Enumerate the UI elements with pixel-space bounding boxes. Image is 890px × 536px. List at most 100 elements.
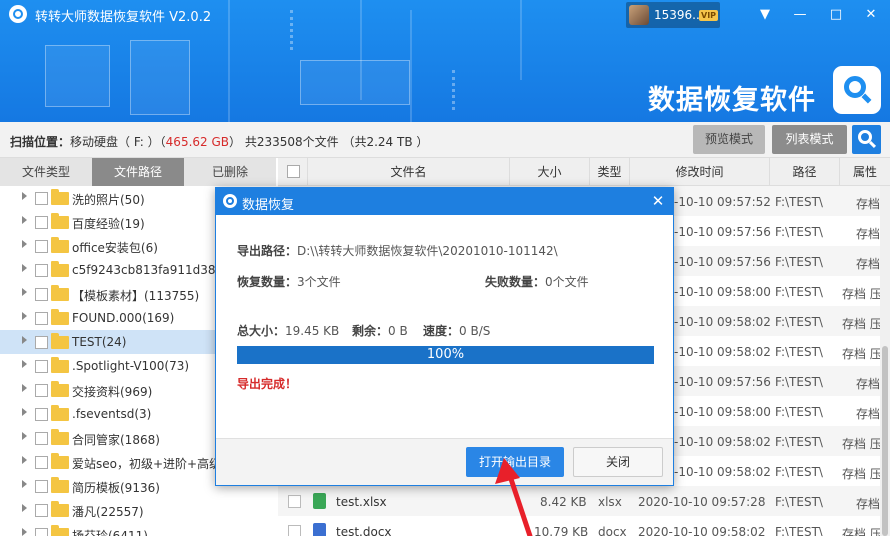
dialog-titlebar: 数据恢复 ✕	[216, 188, 673, 215]
folder-icon	[51, 453, 69, 469]
cell-mtime: -10-10 09:57:56	[674, 255, 771, 269]
tree-checkbox[interactable]	[35, 408, 48, 421]
column-size[interactable]: 大小	[510, 158, 590, 186]
recovery-dialog: 数据恢复 ✕ 导出路径：D:\\转转大师数据恢复软件\20201010-1011…	[215, 187, 674, 486]
total-size: 总大小：19.45 KB	[237, 322, 339, 339]
cell-attr: 存档	[856, 227, 880, 241]
expand-arrow-icon[interactable]	[22, 432, 27, 440]
decor-panel	[300, 60, 410, 105]
tree-checkbox[interactable]	[35, 288, 48, 301]
user-account[interactable]: 15396... VIP	[626, 2, 720, 28]
cell-path: F:\TEST\	[775, 345, 823, 359]
column-mtime[interactable]: 修改时间	[630, 158, 770, 186]
column-attr[interactable]: 属性	[840, 158, 890, 186]
scan-disk-size: 465.62 GB	[165, 135, 230, 149]
cell-attr: 存档	[856, 197, 880, 211]
tree-item-label: 洗的照片(50)	[72, 193, 145, 207]
recovered-label: 恢复数量：	[237, 275, 298, 289]
row-checkbox[interactable]	[288, 495, 301, 508]
folder-icon	[51, 381, 69, 397]
expand-arrow-icon[interactable]	[22, 456, 27, 464]
tree-checkbox[interactable]	[35, 264, 48, 277]
app-logo-icon	[9, 5, 27, 23]
remaining-value: 0 B	[388, 324, 408, 338]
column-path[interactable]: 路径	[770, 158, 840, 186]
expand-arrow-icon[interactable]	[22, 408, 27, 416]
tab-file-type[interactable]: 文件类型	[0, 158, 92, 186]
menu-dropdown-icon[interactable]: ▼	[756, 6, 774, 24]
tree-checkbox[interactable]	[35, 240, 48, 253]
tree-checkbox[interactable]	[35, 216, 48, 229]
expand-arrow-icon[interactable]	[22, 384, 27, 392]
folder-icon	[51, 405, 69, 421]
column-type[interactable]: 类型	[590, 158, 630, 186]
list-mode-button[interactable]: 列表模式	[772, 125, 847, 154]
tree-checkbox[interactable]	[35, 504, 48, 517]
file-table-header: 文件名 大小 类型 修改时间 路径 属性	[278, 158, 890, 186]
cell-attr: 存档 压	[842, 437, 880, 451]
cell-path: F:\TEST\	[775, 225, 823, 239]
tab-file-path[interactable]: 文件路径	[92, 158, 184, 186]
expand-arrow-icon[interactable]	[22, 360, 27, 368]
cell-name: test.docx	[336, 525, 392, 536]
docx-file-icon	[313, 523, 326, 536]
tree-checkbox[interactable]	[35, 480, 48, 493]
tree-checkbox[interactable]	[35, 528, 48, 536]
tree-item-label: 百度经验(19)	[72, 217, 145, 231]
cell-path: F:\TEST\	[775, 315, 823, 329]
cell-path: F:\TEST\	[775, 405, 823, 419]
cell-mtime: -10-10 09:57:56	[674, 375, 771, 389]
expand-arrow-icon[interactable]	[22, 240, 27, 248]
cell-type: xlsx	[598, 495, 622, 509]
app-title: 转转大师数据恢复软件 V2.0.2	[35, 10, 212, 25]
tree-checkbox[interactable]	[35, 312, 48, 325]
cell-mtime: -10-10 09:58:02	[674, 465, 771, 479]
expand-arrow-icon[interactable]	[22, 288, 27, 296]
table-row[interactable]: test.xlsx 8.42 KB xlsx 2020-10-10 09:57:28 F…	[278, 486, 880, 516]
vip-badge: VIP	[699, 10, 719, 21]
dialog-footer: 打开输出目录 关闭	[216, 438, 673, 485]
tree-item-label: .fseventsd(3)	[72, 407, 152, 421]
tab-deleted[interactable]: 已删除	[184, 158, 276, 186]
tree-item-label: 扬芬玲(6411)	[72, 529, 148, 536]
tree-checkbox[interactable]	[35, 192, 48, 205]
column-name[interactable]: 文件名	[308, 158, 510, 186]
maximize-icon[interactable]: □	[827, 6, 845, 24]
tree-checkbox[interactable]	[35, 360, 48, 373]
expand-arrow-icon[interactable]	[22, 216, 27, 224]
tree-item[interactable]: 潘凡(22557)	[0, 498, 276, 522]
tree-checkbox[interactable]	[35, 432, 48, 445]
scrollbar-thumb[interactable]	[882, 346, 888, 536]
export-progress-bar: 100%	[237, 346, 654, 364]
expand-arrow-icon[interactable]	[22, 528, 27, 536]
preview-mode-button[interactable]: 预览模式	[693, 125, 765, 154]
folder-icon	[51, 285, 69, 301]
expand-arrow-icon[interactable]	[22, 312, 27, 320]
close-button[interactable]: 关闭	[573, 447, 663, 477]
tree-checkbox[interactable]	[35, 384, 48, 397]
minimize-icon[interactable]: —	[791, 6, 809, 24]
select-all-checkbox[interactable]	[287, 165, 300, 178]
annotation-arrow-icon	[495, 458, 533, 536]
row-checkbox[interactable]	[288, 525, 301, 536]
expand-arrow-icon[interactable]	[22, 336, 27, 344]
close-icon[interactable]: ✕	[862, 6, 880, 24]
cell-path: F:\TEST\	[775, 465, 823, 479]
tree-checkbox[interactable]	[35, 336, 48, 349]
search-icon[interactable]	[852, 125, 881, 154]
expand-arrow-icon[interactable]	[22, 264, 27, 272]
folder-icon	[51, 333, 69, 349]
table-row[interactable]: test.docx 10.79 KB docx 2020-10-10 09:58:02…	[278, 516, 880, 536]
tree-item[interactable]: 扬芬玲(6411)	[0, 522, 276, 536]
export-done-message: 导出完成！	[237, 377, 298, 391]
app-header: 转转大师数据恢复软件 V2.0.2 15396... VIP ▼ — □ ✕ 数…	[0, 0, 890, 122]
vertical-scrollbar[interactable]	[880, 186, 890, 536]
expand-arrow-icon[interactable]	[22, 192, 27, 200]
tree-item-label: TEST(24)	[72, 335, 127, 349]
folder-icon	[51, 501, 69, 517]
dialog-close-icon[interactable]: ✕	[649, 191, 667, 211]
tree-checkbox[interactable]	[35, 456, 48, 469]
expand-arrow-icon[interactable]	[22, 480, 27, 488]
recovered-count: 恢复数量：3个文件	[237, 273, 341, 290]
expand-arrow-icon[interactable]	[22, 504, 27, 512]
